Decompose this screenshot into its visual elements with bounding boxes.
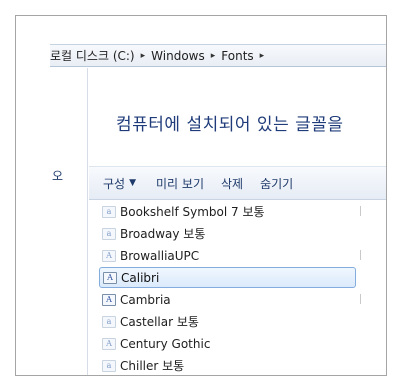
font-file-icon: a bbox=[102, 227, 116, 240]
font-list-item[interactable]: a Castellar 보통 bbox=[99, 311, 356, 332]
screenshot-frame: 로컬 디스크 (C:) ▸ Windows ▸ Fonts ▸ 오 컴퓨터에 설… bbox=[15, 15, 387, 376]
address-bar[interactable]: 로컬 디스크 (C:) ▸ Windows ▸ Fonts ▸ bbox=[50, 44, 386, 67]
hide-button[interactable]: 숨기기 bbox=[258, 175, 308, 192]
command-toolbar: 구성 ▼ 미리 보기 삭제 숨기기 bbox=[89, 166, 386, 200]
explorer-window: 로컬 디스크 (C:) ▸ Windows ▸ Fonts ▸ 오 컴퓨터에 설… bbox=[50, 36, 386, 375]
organize-button[interactable]: 구성 ▼ bbox=[89, 175, 151, 192]
font-file-icon: a bbox=[102, 205, 116, 218]
font-name: Calibri bbox=[121, 270, 160, 285]
organize-label: 구성 bbox=[103, 176, 126, 191]
font-family-icon: A bbox=[102, 337, 116, 350]
breadcrumb-windows[interactable]: Windows bbox=[148, 49, 208, 63]
font-list-item[interactable]: A Cambria bbox=[99, 289, 356, 310]
font-name: Century Gothic bbox=[120, 336, 211, 351]
navigation-pane bbox=[50, 68, 88, 375]
column-edge bbox=[360, 250, 361, 260]
font-list-item[interactable]: a Bookshelf Symbol 7 보통 bbox=[99, 201, 356, 222]
font-file-icon: a bbox=[102, 315, 116, 328]
font-list-item[interactable]: a Broadway 보통 bbox=[99, 223, 356, 244]
delete-button[interactable]: 삭제 bbox=[219, 175, 258, 192]
font-family-icon: A bbox=[102, 293, 116, 306]
font-family-icon: A bbox=[102, 249, 116, 262]
breadcrumb-fonts[interactable]: Fonts bbox=[218, 49, 256, 63]
page-heading: 컴퓨터에 설치되어 있는 글꼴을 bbox=[116, 115, 344, 135]
font-name: Chiller 보통 bbox=[120, 359, 185, 373]
preview-button[interactable]: 미리 보기 bbox=[151, 175, 219, 192]
font-name: Cambria bbox=[120, 292, 171, 307]
breadcrumb-separator-icon[interactable]: ▸ bbox=[138, 51, 149, 61]
font-list-item[interactable]: A BrowalliaUPC bbox=[99, 245, 356, 266]
font-name: Broadway 보통 bbox=[120, 227, 206, 241]
column-edge bbox=[360, 294, 361, 304]
chevron-down-icon: ▼ bbox=[129, 178, 137, 188]
nav-pane-item[interactable]: 오 bbox=[52, 167, 63, 184]
font-file-icon: a bbox=[102, 359, 116, 372]
font-list-item-selected[interactable]: A Calibri bbox=[99, 267, 356, 288]
font-list-item[interactable]: A Century Gothic bbox=[99, 333, 356, 354]
font-name: Bookshelf Symbol 7 보통 bbox=[120, 205, 265, 219]
font-name: BrowalliaUPC bbox=[120, 248, 200, 263]
font-family-icon: A bbox=[103, 271, 117, 284]
column-edge bbox=[360, 206, 361, 216]
breadcrumb-separator-icon[interactable]: ▸ bbox=[208, 51, 219, 61]
font-name: Castellar 보통 bbox=[120, 315, 199, 329]
breadcrumb-local-disk[interactable]: 로컬 디스크 (C:) bbox=[50, 47, 138, 64]
font-list-item[interactable]: a Chiller 보통 bbox=[99, 355, 356, 375]
breadcrumb-separator-icon[interactable]: ▸ bbox=[257, 51, 268, 61]
